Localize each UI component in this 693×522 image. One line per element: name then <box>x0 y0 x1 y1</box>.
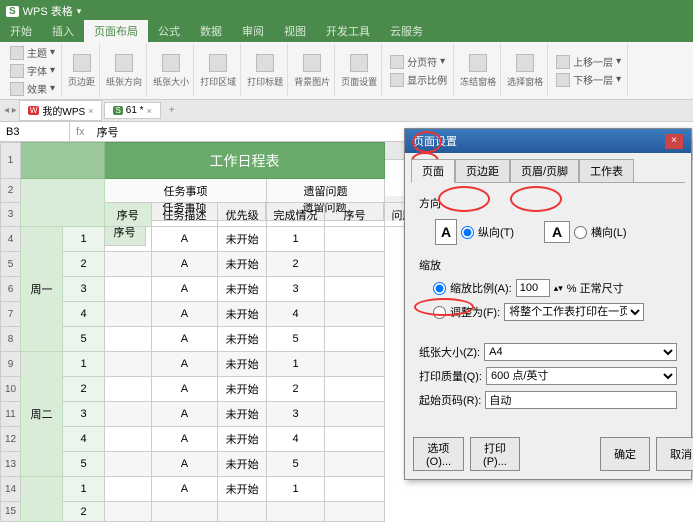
ribbon-panes[interactable]: 冻结窗格 <box>456 44 501 97</box>
dialog-tab-header[interactable]: 页眉/页脚 <box>510 159 579 182</box>
menu-page-layout[interactable]: 页面布局 <box>84 20 148 42</box>
doc-tab-add[interactable]: + <box>163 105 181 116</box>
ribbon-breaks-group: 分页符▾ 显示比例 <box>384 44 454 97</box>
name-box[interactable]: B3 <box>0 122 70 141</box>
ribbon-titles[interactable]: 打印标题 <box>243 44 288 97</box>
ribbon-size[interactable]: 纸张大小 <box>149 44 194 97</box>
scale-icon <box>390 73 404 87</box>
dialog-body: 方向 A 纵向(T) A 横向(L) 缩放 缩放比例(A): ▴▾ % 正常尺寸… <box>411 182 685 423</box>
menu-start[interactable]: 开始 <box>0 20 42 42</box>
orient-options: A 纵向(T) A 横向(L) <box>435 219 677 245</box>
menu-dev[interactable]: 开发工具 <box>316 20 380 42</box>
quality-row: 打印质量(Q): 600 点/英寸 <box>419 367 677 385</box>
ok-button[interactable]: 确定 <box>600 437 650 471</box>
font-icon <box>10 64 24 78</box>
fit-to-row: 调整为(F): 将整个工作表打印在一页 <box>433 303 677 321</box>
ribbon-send[interactable]: 下移一层▾ <box>556 72 621 87</box>
scale-ratio-input[interactable] <box>516 279 550 297</box>
menu-review[interactable]: 审阅 <box>232 20 274 42</box>
margins-icon <box>73 54 91 72</box>
ribbon-bgimg[interactable]: 背景图片 <box>290 44 335 97</box>
bgimg-icon <box>303 54 321 72</box>
landscape-option[interactable]: A 横向(L) <box>544 221 626 243</box>
ribbon-font[interactable]: 字体▾ <box>10 63 55 78</box>
menu-data[interactable]: 数据 <box>190 20 232 42</box>
ribbon-effect[interactable]: 效果▾ <box>10 81 55 96</box>
ribbon-orient[interactable]: 纸张方向 <box>102 44 147 97</box>
ribbon-area[interactable]: 打印区域 <box>196 44 241 97</box>
ribbon-bring[interactable]: 上移一层▾ <box>556 54 621 69</box>
paper-size-select[interactable]: A4 <box>484 343 677 361</box>
spinner-icon[interactable]: ▴▾ <box>554 283 563 294</box>
breaks-icon <box>390 55 404 69</box>
ribbon-scale[interactable]: 显示比例 <box>390 72 447 87</box>
menu-view[interactable]: 视图 <box>274 20 316 42</box>
portrait-icon: A <box>435 219 457 245</box>
print-button[interactable]: 打印(P)... <box>470 437 520 471</box>
menu-cloud[interactable]: 云服务 <box>380 20 433 42</box>
paper-row: 纸张大小(Z): A4 <box>419 343 677 361</box>
page-setup-dialog: 页面设置 × 页面 页边距 页眉/页脚 工作表 方向 A 纵向(T) A 横向(… <box>404 128 692 480</box>
send-icon <box>556 73 570 87</box>
menu-insert[interactable]: 插入 <box>42 20 84 42</box>
firstpage-input[interactable] <box>485 391 677 409</box>
app-dropdown-icon[interactable]: ▾ <box>77 6 82 17</box>
dialog-close-icon[interactable]: × <box>665 134 683 149</box>
dialog-titlebar[interactable]: 页面设置 × <box>405 129 691 153</box>
app-name: WPS 表格 <box>23 3 73 19</box>
portrait-radio[interactable] <box>461 226 474 239</box>
ribbon-selpane[interactable]: 选择窗格 <box>503 44 548 97</box>
scale-ratio-row: 缩放比例(A): ▴▾ % 正常尺寸 <box>433 279 677 297</box>
fit-to-radio[interactable] <box>433 306 446 319</box>
doc-tab-wps[interactable]: 我的WPS× <box>19 100 103 121</box>
ribbon-arrange-group: 上移一层▾ 下移一层▾ <box>550 44 628 97</box>
cancel-button[interactable]: 取消 <box>656 437 693 471</box>
ribbon-breaks[interactable]: 分页符▾ <box>390 54 445 69</box>
orient-label: 方向 <box>419 195 677 211</box>
quality-select[interactable]: 600 点/英寸 <box>486 367 677 385</box>
effect-icon <box>10 82 24 96</box>
dialog-buttons: 选项(O)... 打印(P)... 确定 取消 <box>405 429 691 479</box>
ribbon: 主题▾ 字体▾ 效果▾ 页边距 纸张方向 纸张大小 打印区域 打印标题 背景图片… <box>0 42 693 100</box>
fit-to-select[interactable]: 将整个工作表打印在一页 <box>504 303 644 321</box>
formula-value[interactable]: 序号 <box>91 124 125 140</box>
ribbon-pagesetup[interactable]: 页面设置 <box>337 44 382 97</box>
titlebar: S WPS 表格 ▾ <box>0 0 693 22</box>
doc-tabs: ◂ ▸ 我的WPS× 61 *× + <box>0 100 693 122</box>
selpane-icon <box>516 54 534 72</box>
ribbon-theme-group: 主题▾ 字体▾ 效果▾ <box>4 44 62 97</box>
landscape-radio[interactable] <box>574 226 587 239</box>
titles-icon <box>256 54 274 72</box>
fx-icon[interactable]: fx <box>70 126 91 138</box>
dialog-tab-margins[interactable]: 页边距 <box>455 159 510 182</box>
firstpage-row: 起始页码(R): <box>419 391 677 409</box>
scale-ratio-radio[interactable] <box>433 282 446 295</box>
dialog-title: 页面设置 <box>413 133 457 149</box>
scale-label: 缩放 <box>419 257 677 273</box>
theme-icon <box>10 46 24 60</box>
data-table: 1 工作日程表 2 任务事项 遗留问题 3 序号 任务描述 优先级 完成情况 序… <box>0 142 443 522</box>
portrait-option[interactable]: A 纵向(T) <box>435 219 514 245</box>
menu-bar: 开始 插入 页面布局 公式 数据 审阅 视图 开发工具 云服务 <box>0 22 693 42</box>
bring-icon <box>556 55 570 69</box>
area-icon <box>209 54 227 72</box>
close-icon[interactable]: × <box>147 106 152 116</box>
app-logo: S <box>6 6 19 17</box>
menu-formula[interactable]: 公式 <box>148 20 190 42</box>
dialog-tabs: 页面 页边距 页眉/页脚 工作表 <box>405 153 691 182</box>
landscape-icon: A <box>544 221 570 243</box>
ribbon-theme[interactable]: 主题▾ <box>10 45 55 60</box>
orient-icon <box>115 54 133 72</box>
dialog-tab-page[interactable]: 页面 <box>411 159 455 183</box>
options-button[interactable]: 选项(O)... <box>413 437 464 471</box>
close-icon[interactable]: × <box>88 106 93 116</box>
doc-tab-chevron[interactable]: ◂ ▸ <box>4 105 17 116</box>
doc-tab-61[interactable]: 61 *× <box>104 102 160 119</box>
ribbon-margins[interactable]: 页边距 <box>64 44 100 97</box>
pagesetup-icon <box>350 54 368 72</box>
size-icon <box>162 54 180 72</box>
panes-icon <box>469 54 487 72</box>
dialog-tab-sheet[interactable]: 工作表 <box>579 159 634 182</box>
